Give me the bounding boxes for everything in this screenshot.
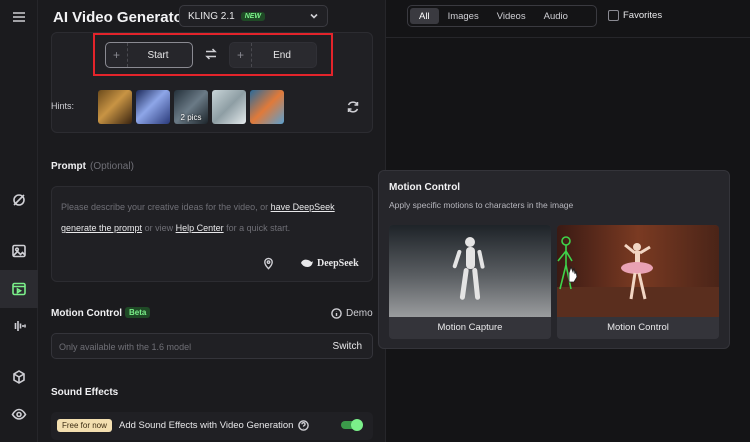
ballet-stage-illustration (557, 225, 719, 317)
model-select[interactable]: KLING 2.1 NEW (179, 5, 328, 27)
sound-effects-toggle[interactable] (341, 419, 363, 431)
motion-capture-label: Motion Capture (389, 317, 551, 339)
hint-thumbnail[interactable] (212, 90, 246, 124)
hint-thumbnail[interactable]: 2 pics (174, 90, 208, 124)
help-center-link[interactable]: Help Center (176, 223, 224, 233)
motion-control-title: Motion Control (51, 308, 123, 319)
motion-control-label: Motion Control (557, 317, 719, 339)
popover-description: Apply specific motions to characters in … (389, 200, 574, 210)
motion-capture-card[interactable]: Motion Capture (389, 225, 551, 339)
media-filter-tabs: All Images Videos Audio (407, 5, 597, 27)
location-pin-icon[interactable] (262, 257, 276, 271)
magic-icon[interactable] (7, 188, 31, 212)
hint-thumbnail[interactable] (136, 90, 170, 124)
video-icon[interactable] (0, 270, 38, 308)
beta-badge: Beta (125, 307, 151, 318)
eye-icon[interactable] (7, 402, 31, 426)
prompt-title: Prompt (Optional) (51, 161, 134, 172)
motion-control-field[interactable]: Only available with the 1.6 model Switch (51, 333, 373, 359)
divider (386, 37, 750, 38)
prompt-placeholder-end: for a quick start. (223, 223, 291, 233)
plus-icon: + (106, 43, 128, 67)
start-frame-button[interactable]: + Start (105, 42, 193, 68)
checkbox-icon (608, 10, 619, 21)
new-badge: NEW (240, 11, 266, 21)
prompt-title-text: Prompt (51, 161, 86, 172)
hints-label: Hints: (51, 101, 75, 111)
end-frame-button[interactable]: + End (229, 42, 317, 68)
deepseek-button[interactable]: DeepSeek (300, 257, 359, 269)
generator-panel: AI Video Generator KLING 2.1 NEW + Start… (38, 0, 386, 442)
switch-button[interactable]: Switch (333, 341, 362, 352)
tab-audio[interactable]: Audio (535, 8, 577, 24)
image-icon[interactable] (7, 239, 31, 263)
favorites-label: Favorites (623, 10, 663, 21)
sound-effects-title: Sound Effects (51, 387, 119, 398)
model-select-value: KLING 2.1 (188, 10, 235, 22)
prompt-placeholder[interactable]: Please describe your creative ideas for … (61, 197, 361, 239)
deepseek-label: DeepSeek (317, 257, 359, 269)
free-badge: Free for now (57, 419, 112, 432)
tab-videos[interactable]: Videos (488, 8, 535, 24)
motion-control-placeholder: Only available with the 1.6 model (59, 342, 192, 352)
plus-icon: + (230, 43, 252, 67)
tab-all[interactable]: All (410, 8, 439, 24)
end-frame-label: End (273, 49, 291, 61)
popover-title: Motion Control (389, 182, 461, 193)
start-frame-label: Start (147, 49, 169, 61)
hint-pics-count: 2 pics (180, 113, 202, 122)
chevron-down-icon (309, 11, 319, 21)
tab-images[interactable]: Images (439, 8, 488, 24)
motion-control-card[interactable]: Motion Control (557, 225, 719, 339)
page-title: AI Video Generator (53, 9, 189, 26)
info-icon (331, 308, 342, 319)
prompt-optional: (Optional) (90, 161, 134, 172)
refresh-icon[interactable] (346, 100, 360, 114)
menu-icon[interactable] (7, 5, 31, 29)
help-icon[interactable] (298, 420, 309, 431)
demo-label: Demo (346, 308, 373, 319)
hint-thumbnail[interactable] (98, 90, 132, 124)
sound-effects-row: Free for now Add Sound Effects with Vide… (51, 412, 373, 440)
mannequin-illustration (389, 225, 551, 317)
swap-icon[interactable] (204, 47, 218, 61)
favorites-checkbox[interactable]: Favorites (608, 10, 662, 21)
deepseek-logo-icon (301, 259, 313, 267)
sound-effects-label: Add Sound Effects with Video Generation (119, 420, 294, 431)
prompt-placeholder-mid: or view (142, 223, 176, 233)
demo-link[interactable]: Demo (331, 308, 373, 319)
icon-rail (0, 0, 38, 442)
motion-control-popover: Motion Control Apply specific motions to… (378, 170, 730, 349)
hint-thumbnail[interactable] (250, 90, 284, 124)
prompt-placeholder-start: Please describe your creative ideas for … (61, 202, 271, 212)
audio-icon[interactable] (7, 314, 31, 338)
model-icon[interactable] (7, 365, 31, 389)
